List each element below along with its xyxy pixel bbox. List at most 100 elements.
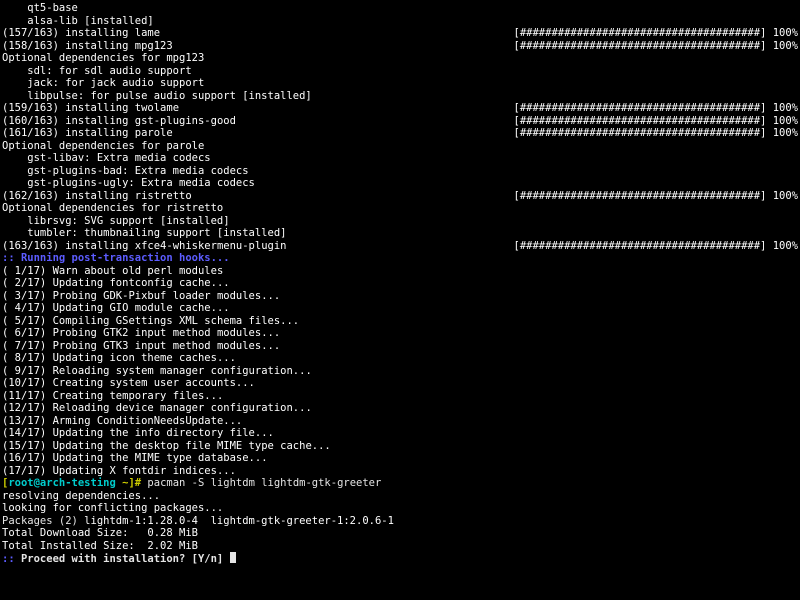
hook-counter: (17/17) [2, 465, 46, 477]
hook-line: (13/17) Arming ConditionNeedsUpdate... [2, 415, 798, 428]
double-colon-line: :: Running post-transaction hooks... [2, 252, 230, 264]
progress-percent: 100% [766, 40, 798, 52]
optional-dep: gst-plugins-bad: Extra media codecs [2, 165, 798, 178]
prompt-user-host: root@arch-testing [8, 477, 115, 489]
progress-bar: [######################################] [514, 240, 767, 252]
hook-counter: (14/17) [2, 427, 46, 439]
packages-label: Packages (2) [2, 515, 78, 527]
hook-line: ( 7/17) Probing GTK3 input method module… [2, 340, 798, 353]
terminal-output[interactable]: qt5-base alsa-lib [installed](157/163) i… [0, 0, 800, 568]
proceed-prompt[interactable]: :: Proceed with installation? [Y/n] [2, 552, 798, 566]
optional-dep: libpulse: for pulse audio support [insta… [2, 90, 798, 103]
progress-percent: 100% [766, 115, 798, 127]
hook-text: Compiling GSettings XML schema files... [46, 315, 299, 327]
optional-dep: gst-plugins-ugly: Extra media codecs [2, 177, 798, 190]
install-line: (157/163) installing lame [##############… [2, 27, 798, 40]
hook-text: Updating fontconfig cache... [46, 277, 229, 289]
optional-dep: gst-libav: Extra media codecs [2, 152, 798, 165]
optional-dep: tumbler: thumbnailing support [installed… [2, 227, 798, 240]
hook-line: ( 8/17) Updating icon theme caches... [2, 352, 798, 365]
install-label: installing twolame [59, 102, 179, 114]
hook-text: Updating the MIME type database... [46, 452, 267, 464]
install-label: installing mpg123 [59, 40, 173, 52]
progress-bar: [######################################] [514, 40, 767, 52]
install-label: installing gst-plugins-good [59, 115, 236, 127]
hook-text: Probing GDK-Pixbuf loader modules... [46, 290, 280, 302]
hook-counter: (10/17) [2, 377, 46, 389]
install-line: (162/163) installing ristretto [#########… [2, 190, 798, 203]
packages-list: lightdm-1:1.28.0-4 lightdm-gtk-greeter-1… [78, 515, 394, 527]
hook-counter: ( 1/17) [2, 265, 46, 277]
progress-percent: 100% [766, 127, 798, 139]
double-colon-icon: :: [2, 553, 21, 565]
proceed-question: Proceed with installation? [Y/n] [21, 553, 230, 565]
install-counter: (157/163) [2, 27, 59, 39]
hook-line: ( 1/17) Warn about old perl modules [2, 265, 798, 278]
optional-deps-header: Optional dependencies for parole [2, 140, 798, 153]
resolving-deps: resolving dependencies... [2, 490, 798, 503]
hook-line: (12/17) Reloading device manager configu… [2, 402, 798, 415]
optional-deps-header: Optional dependencies for mpg123 [2, 52, 798, 65]
progress-bar: [######################################] [514, 102, 767, 114]
hook-counter: (13/17) [2, 415, 46, 427]
progress-percent: 100% [766, 102, 798, 114]
hook-line: ( 5/17) Compiling GSettings XML schema f… [2, 315, 798, 328]
hook-line: ( 9/17) Reloading system manager configu… [2, 365, 798, 378]
progress-bar: [######################################] [514, 115, 767, 127]
install-line: (160/163) installing gst-plugins-good [##… [2, 115, 798, 128]
hook-counter: (11/17) [2, 390, 46, 402]
total-download-size: Total Download Size: 0.28 MiB [2, 527, 798, 540]
hook-counter: ( 9/17) [2, 365, 46, 377]
total-installed-size: Total Installed Size: 2.02 MiB [2, 540, 798, 553]
install-counter: (160/163) [2, 115, 59, 127]
hook-counter: ( 2/17) [2, 277, 46, 289]
hook-counter: ( 4/17) [2, 302, 46, 314]
progress-percent: 100% [766, 240, 798, 252]
install-counter: (162/163) [2, 190, 59, 202]
hook-line: ( 4/17) Updating GIO module cache... [2, 302, 798, 315]
hook-line: (14/17) Updating the info directory file… [2, 427, 798, 440]
cursor-icon [230, 552, 236, 563]
progress-bar: [######################################] [514, 190, 767, 202]
hook-text: Warn about old perl modules [46, 265, 223, 277]
progress-bar: [######################################] [514, 127, 767, 139]
hook-counter: ( 8/17) [2, 352, 46, 364]
hook-text: Probing GTK3 input method modules... [46, 340, 280, 352]
hook-counter: ( 6/17) [2, 327, 46, 339]
optional-deps-header: Optional dependencies for ristretto [2, 202, 798, 215]
hook-text: Updating icon theme caches... [46, 352, 236, 364]
install-line: (161/163) installing parole[############… [2, 127, 798, 140]
install-counter: (159/163) [2, 102, 59, 114]
hook-text: Reloading system manager configuration..… [46, 365, 312, 377]
optional-dep: librsvg: SVG support [installed] [2, 215, 798, 228]
install-line: (159/163) installing twolame [###########… [2, 102, 798, 115]
hook-text: Creating system user accounts... [46, 377, 255, 389]
hook-counter: ( 7/17) [2, 340, 46, 352]
hook-line: (16/17) Updating the MIME type database.… [2, 452, 798, 465]
progress-percent: 100% [766, 27, 798, 39]
hook-text: Creating temporary files... [46, 390, 223, 402]
hook-text: Reloading device manager configuration..… [46, 402, 312, 414]
hook-counter: (16/17) [2, 452, 46, 464]
install-label: installing ristretto [59, 190, 192, 202]
hook-counter: ( 3/17) [2, 290, 46, 302]
install-line: (158/163) installing mpg123 [############… [2, 40, 798, 53]
hook-line: (10/17) Creating system user accounts... [2, 377, 798, 390]
hook-text: Probing GTK2 input method modules... [46, 327, 280, 339]
hook-line: ( 3/17) Probing GDK-Pixbuf loader module… [2, 290, 798, 303]
hook-text: Updating GIO module cache... [46, 302, 229, 314]
install-counter: (161/163) [2, 127, 59, 139]
hook-line: ( 6/17) Probing GTK2 input method module… [2, 327, 798, 340]
hook-line: ( 2/17) Updating fontconfig cache... [2, 277, 798, 290]
prompt-bracket-close: ]# [128, 477, 147, 489]
hook-line: (15/17) Updating the desktop file MIME t… [2, 440, 798, 453]
hook-text: Updating X fontdir indices... [46, 465, 236, 477]
install-label: installing lame [59, 27, 160, 39]
hooks-header: :: Running post-transaction hooks... [2, 252, 798, 265]
shell-prompt-line[interactable]: [root@arch-testing ~]# pacman -S lightdm… [2, 477, 798, 490]
progress-bar: [######################################] [514, 27, 767, 39]
install-counter: (158/163) [2, 40, 59, 52]
packages-line: Packages (2) lightdm-1:1.28.0-4 lightdm-… [2, 515, 798, 528]
install-line: (163/163) installing xfce4-whiskermenu-p… [2, 240, 798, 253]
hook-text: Updating the desktop file MIME type cach… [46, 440, 330, 452]
